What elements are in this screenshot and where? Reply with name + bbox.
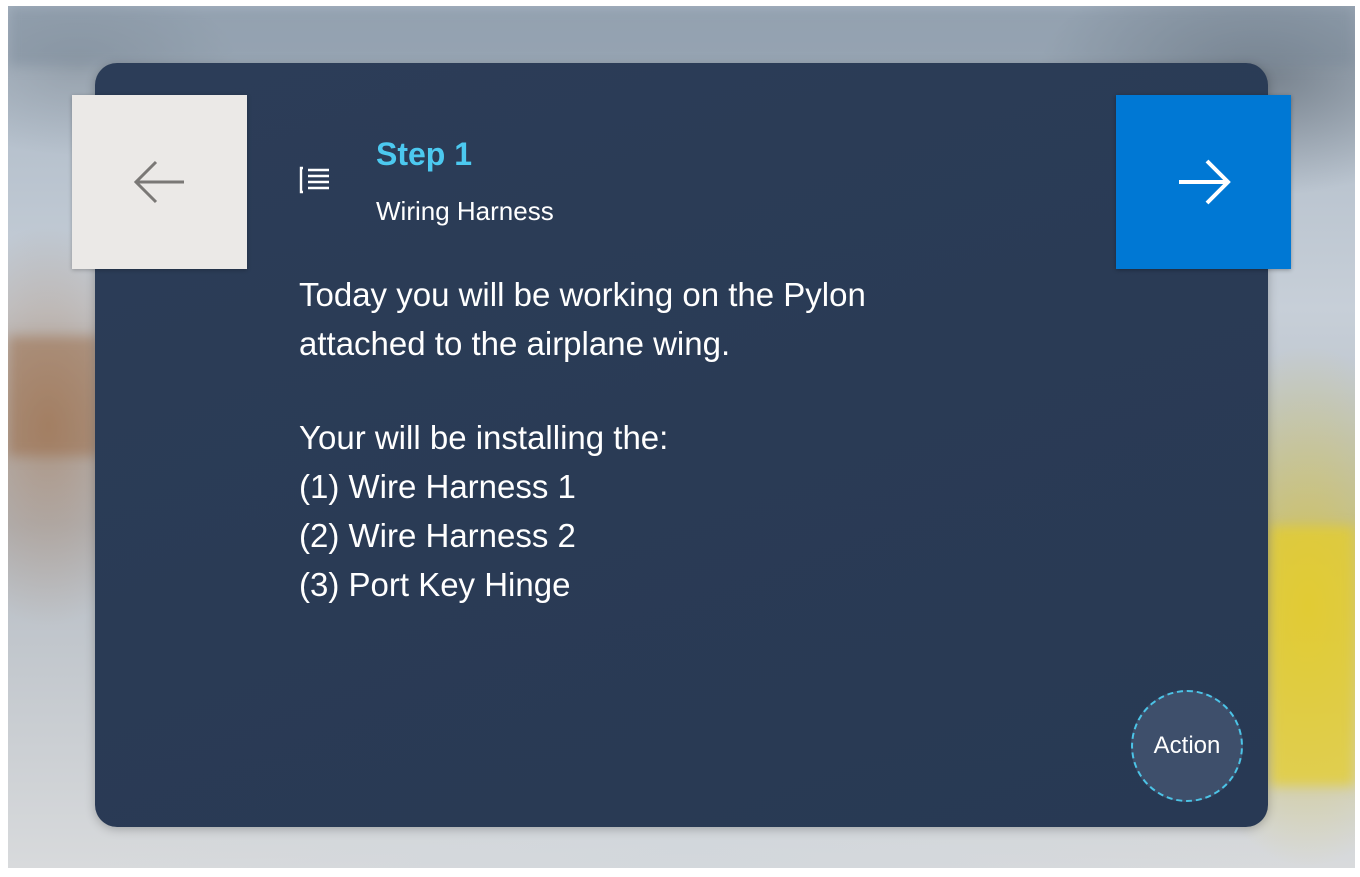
arrow-right-icon	[1178, 159, 1231, 205]
list-item: (3) Port Key Hinge	[299, 566, 571, 603]
instruction-line: Today you will be working on the Pylon	[299, 276, 866, 313]
step-subtitle: Wiring Harness	[376, 196, 554, 226]
next-button[interactable]	[1116, 95, 1291, 269]
action-button-label: Action	[1153, 732, 1221, 759]
background-shelf	[8, 336, 98, 456]
back-button[interactable]	[72, 95, 247, 269]
step-title: Step 1	[376, 136, 473, 172]
list-icon[interactable]	[299, 166, 331, 194]
instruction-line: Your will be installing the:	[299, 419, 669, 456]
arrow-left-icon	[133, 160, 184, 204]
instruction-line: attached to the airplane wing.	[299, 325, 731, 362]
background-yellow-rail	[1270, 526, 1355, 786]
step-instructions: Today you will be working on the Pylon a…	[299, 270, 1079, 609]
background-ceiling	[8, 6, 1355, 66]
action-button[interactable]: Action	[1131, 690, 1243, 802]
list-item: (1) Wire Harness 1	[299, 468, 576, 505]
list-item: (2) Wire Harness 2	[299, 517, 576, 554]
